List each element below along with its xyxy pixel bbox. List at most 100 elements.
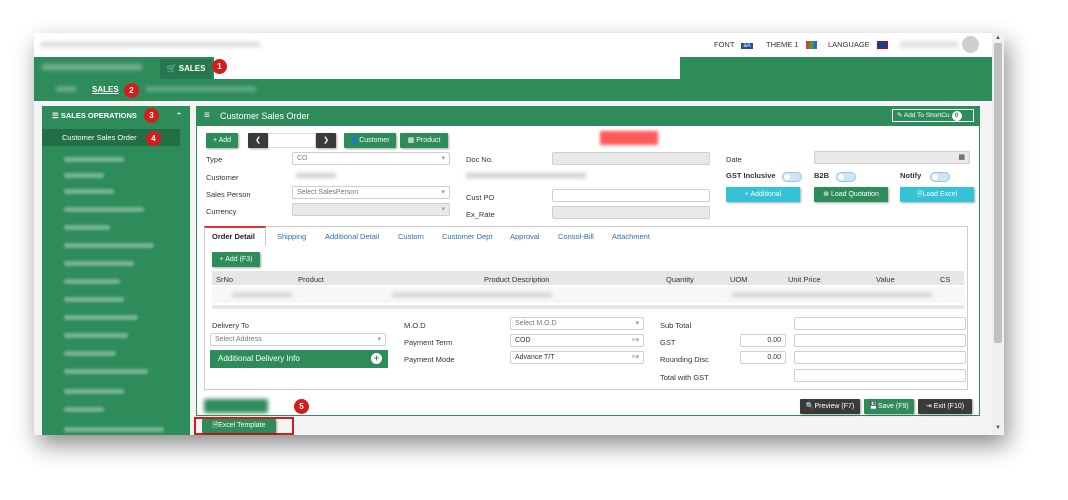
exit-label: Exit (F10) (933, 403, 965, 410)
sidebar-item[interactable] (64, 189, 114, 194)
tab-customer-dept[interactable]: Customer Dept (442, 232, 492, 241)
grid-horizontal-scrollbar[interactable] (212, 305, 964, 309)
blurred-customer (296, 173, 336, 178)
chevron-up-icon: ⌃ (175, 111, 182, 120)
product-button[interactable]: ▦ Product (400, 133, 448, 148)
save-button[interactable]: 💾Save (F9) (864, 399, 914, 414)
sidebar-item[interactable] (64, 207, 144, 212)
tab-sales[interactable]: 🛒 SALES (160, 59, 212, 79)
notify-toggle[interactable] (930, 172, 950, 182)
chevron-right-icon: ❯ (323, 137, 329, 144)
search-icon: 🔍 (805, 403, 815, 410)
plus-circle-icon: ⊕ (823, 191, 831, 198)
font-selector[interactable]: FONT aA (714, 40, 753, 49)
sidebar-item[interactable] (64, 243, 154, 248)
sidebar-item[interactable] (64, 225, 110, 230)
step-badge-2: 2 (124, 83, 139, 98)
clear-chevron-icon: ×▾ (631, 337, 639, 344)
b2b-toggle[interactable] (836, 172, 856, 182)
column-value: Value (876, 275, 895, 284)
sidebar-item[interactable] (64, 369, 148, 374)
tab-order-detail[interactable]: Order Detail (212, 232, 255, 241)
scrollbar-thumb[interactable] (994, 43, 1002, 343)
blurred-status-button[interactable] (600, 131, 658, 145)
payment-mode-select[interactable]: Advance T/T ×▾ (510, 351, 644, 364)
sidebar-section-header[interactable]: ☰ SALES OPERATIONS ⌃ (42, 106, 190, 126)
page-title: Customer Sales Order (220, 111, 310, 121)
gst-inclusive-label: GST Inclusive (726, 171, 776, 180)
additional-delivery-info-button[interactable]: Additional Delivery Info + (210, 350, 388, 368)
sidebar-item[interactable] (64, 351, 116, 356)
doc-no-field[interactable] (552, 152, 710, 165)
add-row-button[interactable]: + Add (F3) (212, 252, 260, 267)
sidebar-item[interactable] (64, 389, 124, 394)
add-button[interactable]: + Add (206, 133, 238, 148)
load-excel-button[interactable]: 🗎Load Excel (900, 187, 974, 202)
currency-label: Currency (206, 207, 237, 216)
preview-label: Preview (F7) (814, 403, 855, 410)
next-record-button[interactable]: ❯ (316, 133, 336, 148)
tab-approval[interactable]: Approval (510, 232, 540, 241)
currency-select[interactable]: ▾ (292, 203, 450, 216)
exit-button[interactable]: ⇥ Exit (F10) (918, 399, 972, 414)
type-select[interactable]: CO ▾ (292, 152, 450, 165)
sidebar-section-label: SALES OPERATIONS (60, 111, 137, 120)
scroll-up-icon[interactable]: ▲ (995, 35, 1001, 41)
mod-select[interactable]: Select M.O.D ▾ (510, 317, 644, 330)
theme-selector[interactable]: THEME 1 (766, 40, 817, 50)
rounding-disc-label: Rounding Disc (660, 355, 709, 364)
type-value: CO (297, 155, 308, 162)
sidebar-item[interactable] (64, 279, 120, 284)
date-field[interactable]: ▦ (814, 151, 970, 164)
uk-flag-icon (876, 41, 888, 50)
tab-additional-detail[interactable]: Additional Detail (325, 232, 379, 241)
tab-attachment[interactable]: Attachment (612, 232, 650, 241)
mod-label: M.O.D (404, 321, 426, 330)
step-badge-3: 3 (144, 108, 159, 123)
cust-po-field[interactable] (552, 189, 710, 202)
add-to-shortcut-button[interactable]: ✎ Add To ShortCu 0 (892, 109, 974, 122)
additional-delivery-label: Additional Delivery Info (218, 354, 300, 363)
tab-consol-bill[interactable]: Consol-Bill (558, 232, 594, 241)
rounding-disc-input[interactable]: 0.00 (740, 351, 786, 364)
total-with-gst-field (794, 369, 966, 382)
ex-rate-field[interactable] (552, 206, 710, 219)
language-selector[interactable]: LANGUAGE (828, 40, 888, 50)
sidebar-item[interactable] (64, 407, 104, 412)
record-navigator-input[interactable] (268, 133, 316, 148)
sidebar-item[interactable] (64, 173, 104, 178)
sidebar-item[interactable] (64, 297, 124, 302)
exit-icon: ⇥ (925, 403, 934, 410)
chevron-down-icon: ▾ (441, 189, 445, 196)
gst-inclusive-toggle[interactable] (782, 172, 802, 182)
avatar[interactable] (962, 36, 979, 53)
gst-input[interactable]: 0.00 (740, 334, 786, 347)
customer-label: Customer (206, 173, 239, 182)
tab-custom[interactable]: Custom (398, 232, 424, 241)
gst-total-field (794, 334, 966, 347)
address-select[interactable]: Select Address ▾ (210, 333, 386, 346)
blurred-cell (732, 293, 932, 297)
customer-button[interactable]: 👤Customer (344, 133, 396, 148)
sidebar-item[interactable] (64, 427, 164, 432)
additional-button[interactable]: + Additional (726, 187, 800, 202)
scroll-down-icon[interactable]: ▼ (995, 425, 1001, 431)
tab-shipping[interactable]: Shipping (277, 232, 306, 241)
load-quotation-button[interactable]: ⊕ Load Quotation (814, 187, 888, 202)
sidebar-item[interactable] (64, 315, 138, 320)
submenu-sales[interactable]: SALES (92, 85, 119, 94)
column-product: Product (298, 275, 324, 284)
payment-term-select[interactable]: COD ×▾ (510, 334, 644, 347)
sales-person-select[interactable]: Select SalesPerson ▾ (292, 186, 450, 199)
sidebar-item[interactable] (64, 333, 128, 338)
sub-total-label: Sub Total (660, 321, 692, 330)
preview-button[interactable]: 🔍Preview (F7) (800, 399, 860, 414)
table-row[interactable] (212, 287, 964, 303)
sidebar-item[interactable] (64, 157, 124, 162)
prev-record-button[interactable]: ❮ (248, 133, 268, 148)
sub-total-field (794, 317, 966, 330)
excel-template-button[interactable]: 🗎Excel Template (202, 419, 276, 433)
sidebar-item[interactable] (64, 261, 134, 266)
menu-icon[interactable]: ≡ (204, 106, 210, 126)
blurred-button[interactable] (204, 399, 268, 413)
